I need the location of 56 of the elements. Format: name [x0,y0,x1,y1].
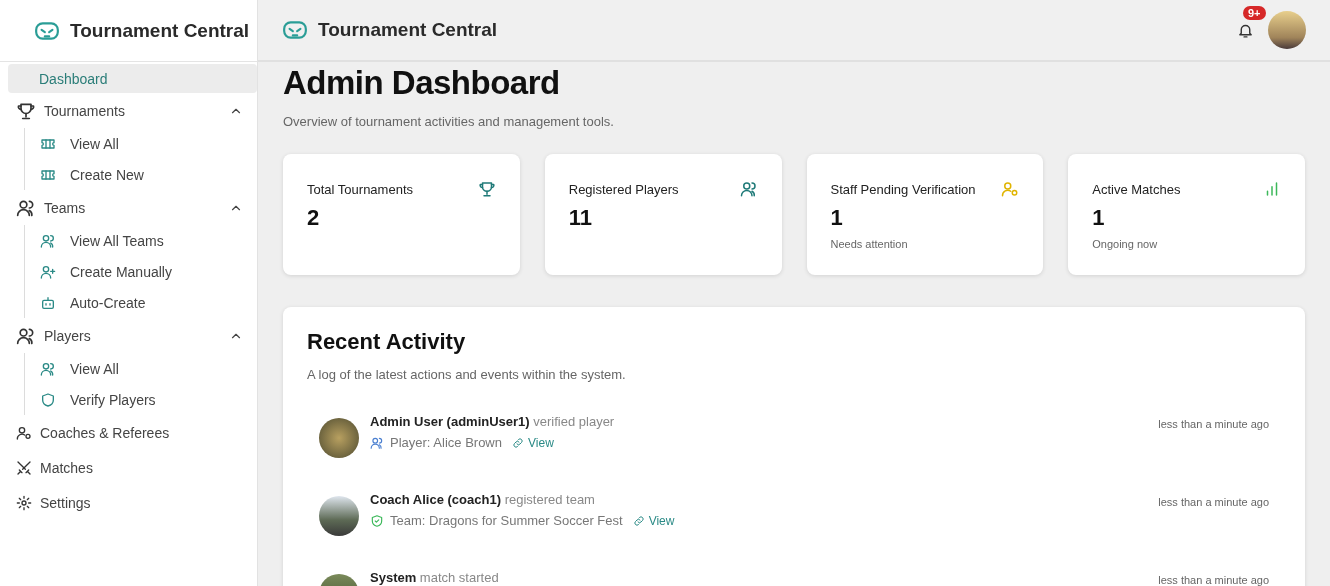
nav-subitem[interactable]: View All Teams [25,225,257,256]
nav-subitem[interactable]: Auto-Create [25,287,257,318]
activity-time: less than a minute ago [1158,495,1270,510]
brand-name: Tournament Central [318,19,498,41]
stat-value: 2 [307,205,320,231]
robot-icon [40,294,56,311]
nav-item[interactable]: Coaches & Referees [0,415,257,450]
users-icon [40,360,56,377]
stat-value: 1 [830,205,843,231]
link-icon [512,436,524,449]
crossed-swords-icon [16,459,32,476]
nav-item[interactable]: Players [0,318,257,353]
activity-time: less than a minute ago [1158,573,1270,586]
notification-badge: 9+ [1243,5,1266,20]
section-subtitle: A log of the latest actions and events within the system. [307,367,627,382]
stat-note: Ongoing now [1092,238,1159,250]
shield-check-icon [370,513,384,528]
section-title: Recent Activity [307,329,467,355]
activity-text: System match started [370,570,500,585]
nav-item[interactable]: Settings [0,485,257,520]
nav-subitem[interactable]: Create New [25,159,257,190]
nav-item[interactable]: Dashboard [8,64,257,93]
stat-value: 11 [568,205,592,231]
settings-icon [16,494,32,511]
nav-subitem[interactable]: Verify Players [25,384,257,415]
page-title: Admin Dashboard [283,64,561,102]
activity-time: less than a minute ago [1158,417,1270,432]
activity-detail: Player: Alice Brown [390,435,502,450]
nav-subitem[interactable]: Create Manually [25,256,257,287]
link-icon [632,514,645,527]
activity-text: Admin User (adminUser1) verified player [370,414,616,429]
user-plus-icon [40,263,56,280]
stat-value: 1 [1092,205,1105,231]
nav-item[interactable]: Matches [0,450,257,485]
stat-title: Registered Players [568,181,679,197]
stat-title: Total Tournaments [307,181,413,197]
shield-icon [40,391,56,408]
stat-title: Active Matches [1092,181,1181,197]
nav-item[interactable]: Teams [0,190,257,225]
nav-subitem[interactable]: View All [25,128,257,159]
view-link[interactable]: View [512,435,554,450]
brand-name: Tournament Central [70,19,250,42]
activity-text: Coach Alice (coach1) registered team [370,492,596,507]
user-avatar[interactable] [1268,11,1306,49]
stat-note: Needs attention [830,238,909,250]
stat-title: Staff Pending Verification [830,181,976,197]
photo-placeholder [319,418,359,458]
page-subtitle: Overview of tournament activities and management tools. [283,114,615,129]
photo-placeholder [319,496,359,536]
activity-detail: Team: Dragons for Summer Soccer Fest [390,513,623,528]
nav-item[interactable]: Tournaments [0,93,257,128]
users-icon [40,232,56,249]
nav-subitem[interactable]: View All [25,353,257,384]
user-gear-icon [16,424,32,441]
view-link[interactable]: View [632,513,675,528]
users-icon [370,435,384,450]
